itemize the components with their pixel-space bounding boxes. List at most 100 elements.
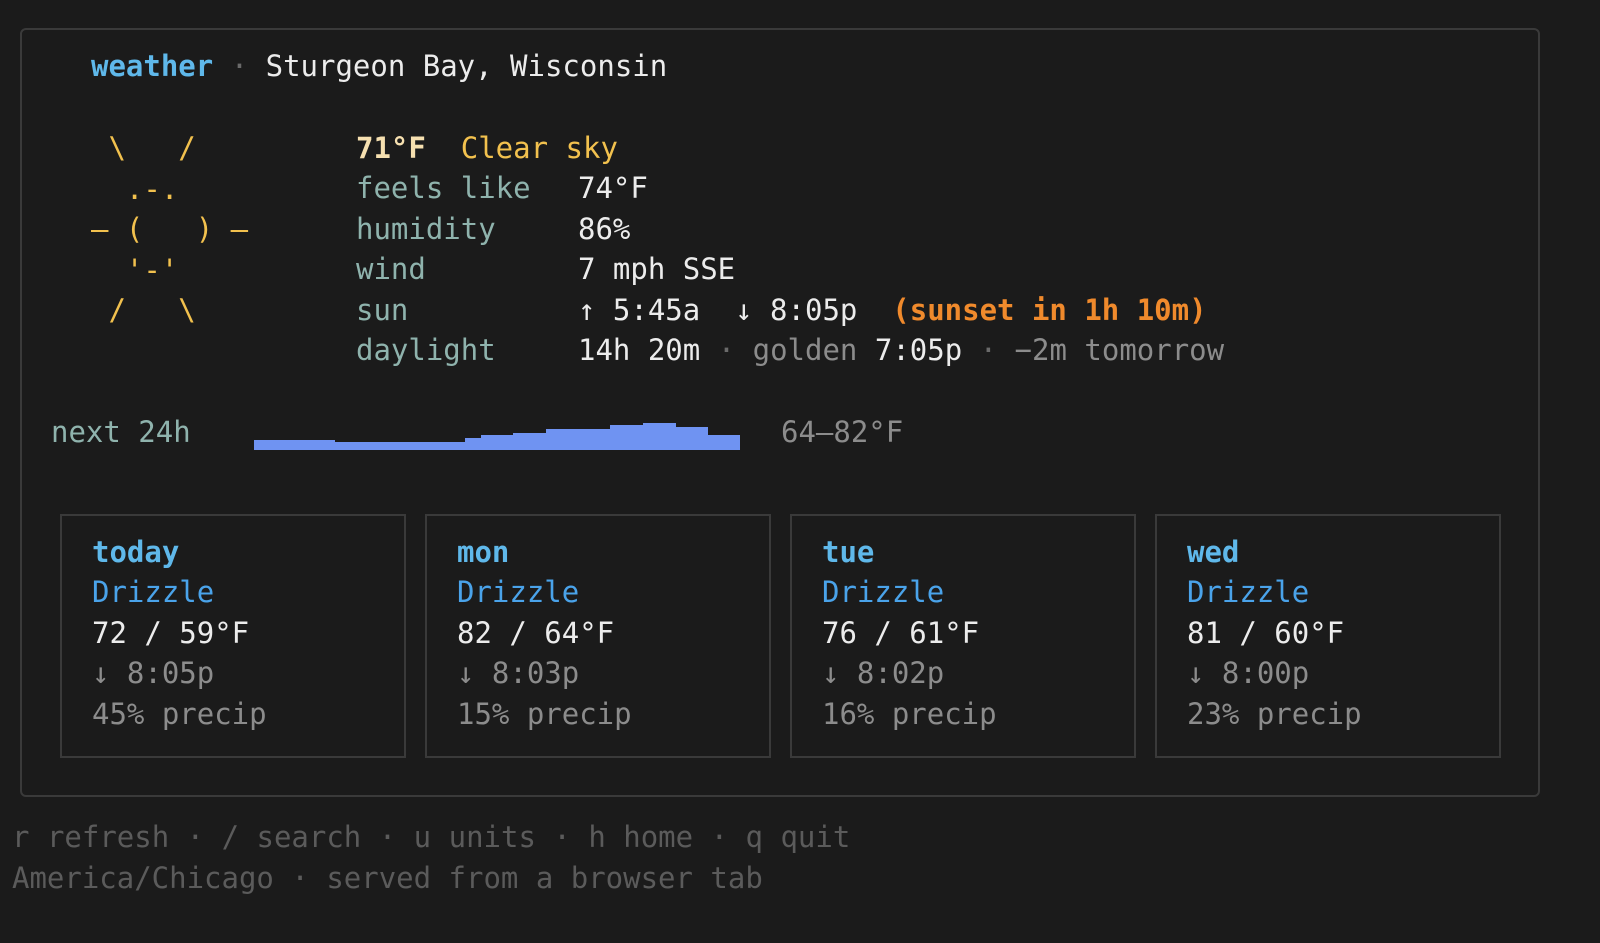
forecast-precip: 15% precip (457, 697, 632, 731)
forecast-day: mon (457, 535, 510, 569)
golden-time: 7:05p (874, 333, 963, 367)
forecast-temps: 82 / 64°F (457, 616, 615, 650)
daylight-separator: · (979, 333, 998, 367)
location-name: Sturgeon Bay, Wisconsin (265, 49, 668, 83)
timezone: America/Chicago (12, 861, 274, 895)
sunset-countdown: (sunset in 1h 10m) (892, 293, 1207, 327)
forecast-card: today Drizzle 72 / 59°F ↓ 8:05p 45% prec… (60, 514, 406, 758)
keybind-home[interactable]: h home (588, 820, 693, 854)
forecast-condition: Drizzle (822, 575, 945, 609)
forecast-temps: 81 / 60°F (1187, 616, 1345, 650)
sparkline-bar (578, 429, 595, 450)
forecast-day: today (92, 535, 180, 569)
sparkline-bar (432, 442, 449, 450)
current-summary: 71°F Clear sky (356, 130, 618, 166)
forecast-day: wed (1187, 535, 1240, 569)
sparkline-bar (383, 442, 401, 450)
sparkline-bar (399, 442, 417, 450)
sparkline-bar (254, 440, 271, 450)
keybind-action: home (623, 820, 694, 854)
sparkline-bar (367, 442, 385, 450)
sparkline-bar (642, 423, 660, 450)
sparkline-bar (659, 423, 676, 450)
status-separator: · (291, 861, 309, 895)
sparkline-bar (594, 429, 611, 450)
keybind-action: refresh (46, 820, 170, 854)
keybind-key: / (221, 820, 240, 854)
forecast-precip: 23% precip (1187, 697, 1362, 731)
keybind-action: quit (780, 820, 851, 854)
sparkline-bar (675, 427, 692, 450)
header: weather · Sturgeon Bay, Wisconsin (91, 48, 667, 84)
sunrise-time: ↑ 5:45a (578, 293, 701, 327)
forecast-temps: 72 / 59°F (92, 616, 250, 650)
sunset-time: ↓ 8:05p (735, 293, 858, 327)
sparkline-bar (561, 429, 579, 450)
keybind-separator: · (553, 820, 571, 854)
keybind-separator: · (710, 820, 729, 854)
keybind-action: units (448, 820, 536, 854)
sparkline-bar (497, 435, 514, 450)
keybind-key: u (413, 820, 432, 854)
forecast-condition: Drizzle (92, 575, 215, 609)
keybind-action: search (256, 820, 362, 854)
forecast-sunset: ↓ 8:03p (457, 656, 580, 690)
sparkline-bar (691, 427, 709, 450)
forecast-sunset: ↓ 8:02p (822, 656, 945, 690)
keybind-key: h (588, 820, 606, 854)
forecast-sunset: ↓ 8:05p (92, 656, 215, 690)
golden-label: golden (752, 333, 858, 367)
next24-range: 64–82°F (781, 415, 904, 449)
sparkline-bar (480, 435, 498, 450)
forecast-card: wed Drizzle 81 / 60°F ↓ 8:00p 23% precip (1155, 514, 1501, 758)
sparkline-bar (335, 442, 352, 450)
forecast-temps: 76 / 61°F (822, 616, 980, 650)
humidity-label: humidity (356, 212, 496, 246)
sparkline-bar (626, 425, 644, 450)
forecast-condition: Drizzle (457, 575, 580, 609)
sparkline-bar (351, 442, 368, 450)
daylight-length: 14h 20m (578, 333, 701, 367)
keybind-quit[interactable]: q quit (746, 820, 851, 854)
sparkline-bar (707, 435, 725, 450)
header-separator: · (230, 49, 249, 83)
wind-label: wind (356, 252, 426, 286)
sparkline-bar (318, 440, 336, 450)
keybind-units[interactable]: u units (414, 820, 536, 854)
status-line: America/Chicago · served from a browser … (12, 860, 763, 896)
sparkline-bar (286, 440, 304, 450)
sparkline-bar (448, 442, 466, 450)
next24-label: next 24h (51, 415, 191, 449)
keybind-key: r (12, 820, 30, 854)
wind-value: 7 mph SSE (578, 252, 736, 286)
sparkline-bar (610, 425, 628, 450)
sparkline-bar (545, 429, 563, 450)
app-name: weather (91, 49, 214, 83)
sparkline-bar (416, 442, 433, 450)
daylight-label: daylight (356, 333, 496, 367)
forecast-card: tue Drizzle 76 / 61°F ↓ 8:02p 16% precip (790, 514, 1136, 758)
sparkline-bar (513, 433, 530, 450)
keybind-search[interactable]: / search (222, 820, 362, 854)
sun-times: ↑ 5:45a ↓ 8:05p (sunset in 1h 10m) (578, 292, 1207, 328)
keybind-refresh[interactable]: r refresh (12, 820, 169, 854)
keybind-separator: · (186, 820, 205, 854)
forecast-precip: 45% precip (92, 697, 267, 731)
sun-label: sun (356, 293, 409, 327)
next24-sparkline (254, 410, 741, 450)
keybind-separator: · (378, 820, 397, 854)
forecast-condition: Drizzle (1187, 575, 1310, 609)
sparkline-bar (464, 438, 482, 450)
sparkline-bar (270, 440, 287, 450)
keybind-bar: r refresh · / search · u units · h home … (12, 819, 850, 855)
forecast-day: tue (822, 535, 875, 569)
source-note: served from a browser tab (326, 861, 763, 895)
forecast-precip: 16% precip (822, 697, 997, 731)
daylight-change: −2m tomorrow (1014, 333, 1225, 367)
sparkline-bar (302, 440, 320, 450)
feels-like-label: feels like (356, 171, 531, 205)
humidity-value: 86% (578, 212, 631, 246)
sparkline-bar (723, 435, 741, 450)
current-condition: Clear sky (460, 131, 618, 165)
daylight-info: 14h 20m · golden 7:05p · −2m tomorrow (578, 332, 1224, 368)
